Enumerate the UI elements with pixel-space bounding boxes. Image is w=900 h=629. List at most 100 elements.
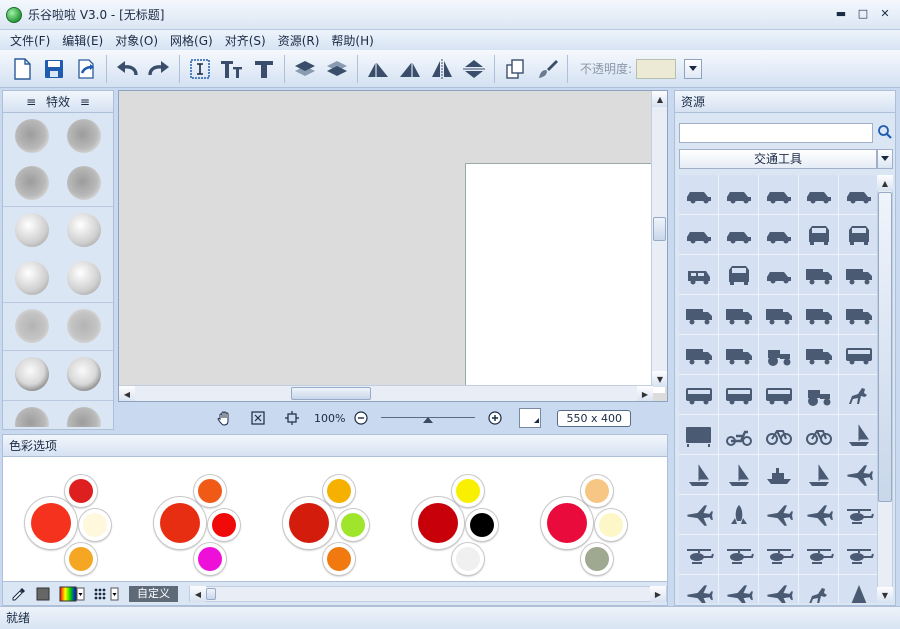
resource-vehicle-icon[interactable] [799,215,839,255]
resource-vehicle-icon[interactable] [759,375,799,415]
color-swatch-bottom[interactable] [194,543,226,575]
resource-vehicle-icon[interactable] [679,535,719,575]
color-swatch-bottom[interactable] [323,543,355,575]
menu-object[interactable]: 对象(O) [109,32,164,49]
scroll-right-icon[interactable]: ▶ [650,586,666,602]
resource-vehicle-icon[interactable] [719,375,759,415]
effect-swatch[interactable] [67,260,101,295]
color-swatch-main[interactable] [541,497,593,549]
close-button[interactable]: ✕ [876,6,894,22]
resource-vehicle-icon[interactable] [839,255,877,295]
scroll-down-icon[interactable]: ▼ [652,371,667,387]
flip-horizontal-button[interactable] [426,53,458,85]
palette-horizontal-scrollbar[interactable]: ◀ ▶ [189,586,667,602]
effect-swatch[interactable] [67,119,101,153]
resource-vehicle-icon[interactable] [839,215,877,255]
resource-vehicle-icon[interactable] [839,375,877,415]
resource-vehicle-icon[interactable] [799,255,839,295]
effect-swatch[interactable] [15,407,49,427]
copy-button[interactable] [499,53,531,85]
resource-vehicle-icon[interactable] [759,295,799,335]
eyedropper-button[interactable] [9,584,29,604]
text-effect-button[interactable] [248,53,280,85]
resource-vehicle-icon[interactable] [799,335,839,375]
resource-vehicle-icon[interactable] [799,375,839,415]
color-swatch-right[interactable] [337,509,369,541]
color-swatch-right[interactable] [208,509,240,541]
resource-vehicle-icon[interactable] [719,255,759,295]
search-button[interactable] [877,124,893,140]
effect-swatch[interactable] [15,165,49,200]
resource-vehicle-icon[interactable] [839,535,877,575]
effect-swatch[interactable] [15,309,49,343]
text-box-button[interactable] [184,53,216,85]
resource-vehicle-icon[interactable] [719,495,759,535]
skew-left-button[interactable] [362,53,394,85]
canvas-horizontal-scrollbar[interactable]: ◀ ▶ [119,385,653,401]
color-swatch-main[interactable] [412,497,464,549]
canvas-page[interactable] [465,163,665,393]
resource-vehicle-icon[interactable] [799,535,839,575]
resource-vehicle-icon[interactable] [679,175,719,215]
resource-vehicle-icon[interactable] [799,295,839,335]
menu-align[interactable]: 对齐(S) [219,32,272,49]
resource-vehicle-icon[interactable] [759,335,799,375]
scroll-thumb[interactable] [653,217,666,241]
resource-vehicle-icon[interactable] [679,255,719,295]
zoom-slider[interactable] [381,413,476,423]
resource-vehicle-icon[interactable] [759,495,799,535]
minimize-button[interactable]: ▬ [832,6,850,22]
resource-vehicle-icon[interactable] [839,295,877,335]
menu-help[interactable]: 帮助(H) [325,32,379,49]
resource-vehicle-icon[interactable] [839,495,877,535]
resource-vehicle-icon[interactable] [839,175,877,215]
effect-swatch[interactable] [67,309,101,343]
resource-vehicle-icon[interactable] [719,455,759,495]
effect-swatch[interactable] [15,357,49,391]
resource-vehicle-icon[interactable] [719,295,759,335]
opacity-dropdown-button[interactable] [684,58,703,79]
zoom-in-button[interactable] [485,408,505,428]
color-swatch-top[interactable] [194,475,226,507]
color-swatch-right[interactable] [466,509,498,541]
resource-vehicle-icon[interactable] [759,175,799,215]
undo-button[interactable] [111,53,143,85]
resource-vehicle-icon[interactable] [839,335,877,375]
resource-vehicle-icon[interactable] [759,215,799,255]
effect-swatch[interactable] [15,119,49,153]
fit-page-button[interactable] [248,408,268,428]
maximize-button[interactable]: □ [854,6,872,22]
zoom-slider-knob[interactable] [423,417,434,423]
color-swatch-right[interactable] [79,509,111,541]
resource-vehicle-icon[interactable] [719,335,759,375]
resource-vehicle-icon[interactable] [799,415,839,455]
background-color-swatch[interactable] [519,408,542,428]
effect-swatch[interactable] [67,357,101,391]
color-swatch-top[interactable] [65,475,97,507]
resource-vehicle-icon[interactable] [679,215,719,255]
resource-vehicle-icon[interactable] [679,335,719,375]
resource-vehicle-icon[interactable] [759,455,799,495]
effect-swatch[interactable] [67,407,101,427]
color-swatch-top[interactable] [323,475,355,507]
color-swatch-right[interactable] [595,509,627,541]
resource-vehicle-icon[interactable] [679,575,719,603]
resource-vehicle-icon[interactable] [799,495,839,535]
resource-vehicle-icon[interactable] [679,295,719,335]
color-swatch-main[interactable] [25,497,77,549]
scroll-left-icon[interactable]: ◀ [190,586,206,602]
resource-vehicle-icon[interactable] [759,575,799,603]
resource-vehicle-icon[interactable] [839,575,877,603]
resource-vehicle-icon[interactable] [759,535,799,575]
effect-swatch[interactable] [15,260,49,295]
redo-button[interactable] [143,53,175,85]
scroll-thumb[interactable] [291,387,371,400]
actual-size-button[interactable] [282,408,302,428]
bring-forward-button[interactable] [289,53,321,85]
save-button[interactable] [38,53,70,85]
gradient-picker-button[interactable] [59,584,85,604]
resource-vehicle-icon[interactable] [719,535,759,575]
scroll-up-icon[interactable]: ▲ [652,91,667,107]
color-swatch-bottom[interactable] [581,543,613,575]
new-document-button[interactable] [6,53,38,85]
